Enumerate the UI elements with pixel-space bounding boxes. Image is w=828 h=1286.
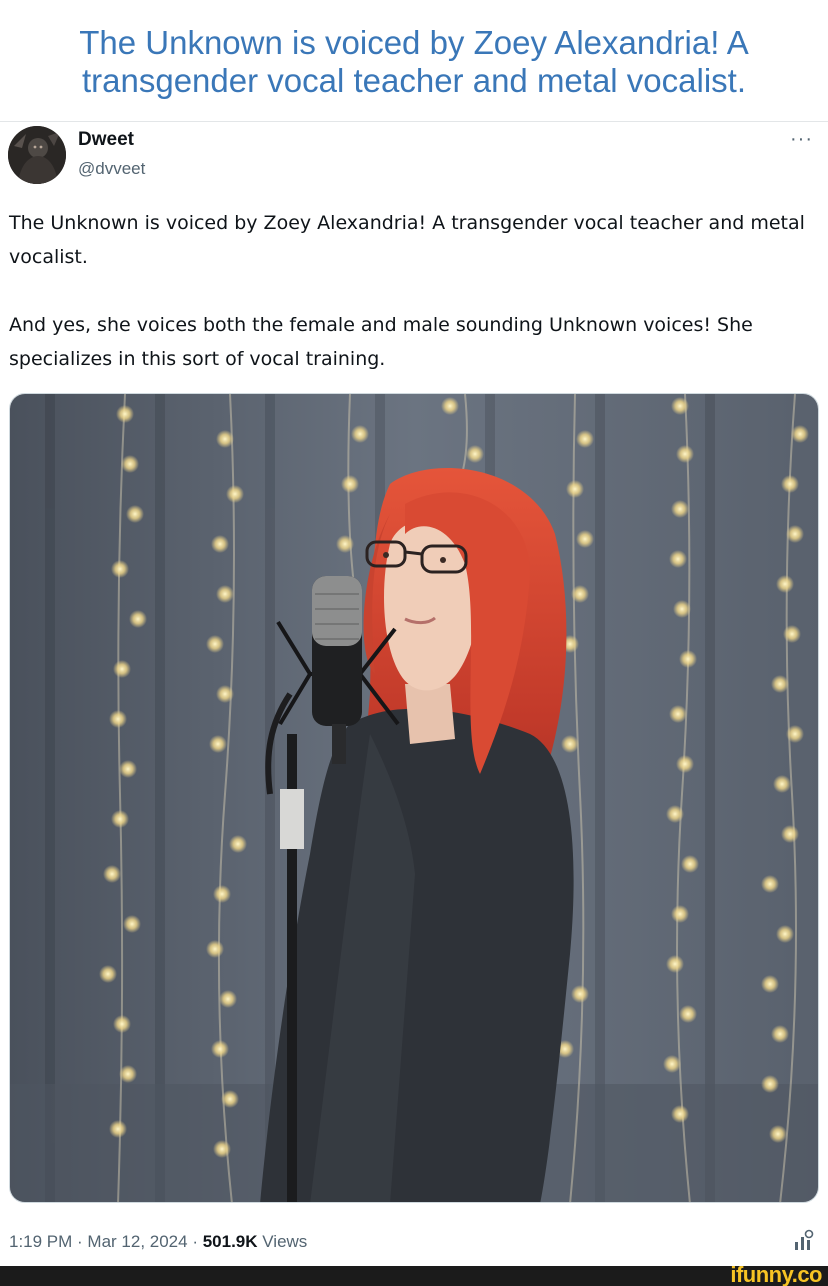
watermark-bar — [0, 1266, 828, 1286]
divider — [0, 121, 828, 122]
singer-photo — [10, 394, 818, 1202]
views-label: Views — [257, 1232, 308, 1251]
tweet-timestamp[interactable]: 1:19 PM · Mar 12, 2024 · — [9, 1232, 203, 1251]
display-name[interactable]: Dweet — [78, 129, 134, 151]
analytics-icon[interactable] — [792, 1229, 816, 1253]
ifunny-watermark: ifunny.co — [730, 1262, 822, 1286]
views-count: 501.9K — [202, 1232, 258, 1251]
tweet-photo[interactable] — [9, 393, 819, 1203]
more-horizontal-icon[interactable]: ··· — [790, 128, 813, 151]
avatar-image — [8, 126, 66, 184]
meme-caption: The Unknown is voiced by Zoey Alexandria… — [79, 24, 749, 99]
user-handle[interactable]: @dvveet — [78, 159, 145, 179]
tweet-text: The Unknown is voiced by Zoey Alexandria… — [9, 212, 805, 370]
tweet-meta: 1:19 PM · Mar 12, 2024 · 501.9K Views — [9, 1232, 307, 1252]
avatar[interactable] — [8, 126, 66, 184]
